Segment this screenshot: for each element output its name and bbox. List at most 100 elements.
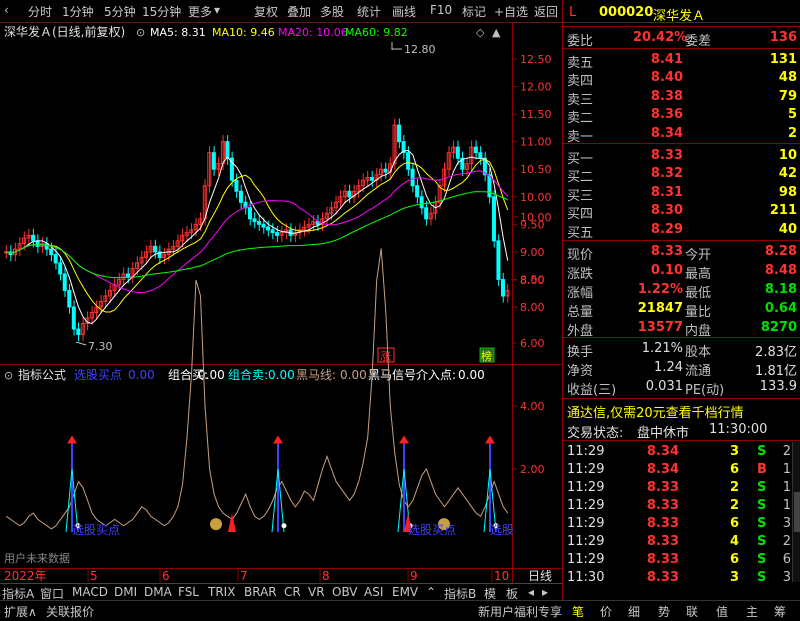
tab-dma[interactable]: DMA (144, 585, 172, 599)
tab-intraday[interactable]: 分时 (28, 3, 52, 20)
tab-brar[interactable]: BRAR (244, 585, 277, 599)
draw-line-button[interactable]: 画线 (392, 3, 416, 20)
ind-signal-value: 0.00 (458, 368, 485, 382)
tab-1min[interactable]: 1分钟 (62, 3, 94, 20)
candle-body (58, 262, 63, 275)
tick-row: 11:29 8.33 2 S 1 (567, 480, 791, 495)
ind-buy-value: 0.00 (128, 368, 155, 382)
tab-trend[interactable]: 势 (658, 603, 670, 620)
x-month-label: 7 (240, 569, 248, 583)
candle-body (415, 185, 420, 198)
candle-body (419, 196, 424, 209)
x-month-label: 9 (410, 569, 418, 583)
tab-asi[interactable]: ASI (364, 585, 383, 599)
overlay-button[interactable]: 叠加 (287, 3, 311, 20)
candle-body (31, 234, 36, 242)
candle-body (234, 179, 239, 192)
limit-up-text: 涨 (380, 350, 391, 363)
tab-obv[interactable]: OBV (332, 585, 358, 599)
chart-title: 深华发Ａ(日线,前复权) (4, 24, 125, 39)
statistics-button[interactable]: 统计 (357, 3, 381, 20)
candle-body (410, 168, 415, 187)
promo-text[interactable]: 通达信,仅需20元查看千档行情 (567, 402, 744, 421)
status-row: 交易状态: 盘中休市 11:30:00 (567, 422, 768, 441)
candle-body (67, 289, 72, 308)
tab-emv[interactable]: EMV (392, 585, 418, 599)
candle-body (424, 207, 429, 220)
entry-dot (281, 523, 287, 529)
expand-button[interactable]: 扩展∧ (4, 603, 37, 620)
candle-body (247, 207, 252, 220)
tab-macd[interactable]: MACD (72, 585, 108, 599)
mark-button[interactable]: 标记 (462, 3, 486, 20)
candle-body (369, 176, 374, 181)
tab-link[interactable]: 联 (686, 603, 698, 620)
stat2-row: 换手 1.21% 股本 2.83亿 (567, 341, 797, 360)
ind-buy-label: 选股买点 (74, 368, 122, 382)
stat2-row: 净资 1.24 流通 1.81亿 (567, 360, 797, 379)
promo-row[interactable]: 通达信,仅需20元查看千档行情 (563, 401, 800, 421)
buy-arrow-icon (67, 435, 77, 444)
diamond-icon: ◇ (476, 26, 485, 39)
tab-cr[interactable]: CR (284, 585, 301, 599)
candle-body (62, 273, 67, 291)
tab-trix[interactable]: TRIX (208, 585, 235, 599)
tab-chips[interactable]: 筹 (774, 603, 786, 620)
price-tick-label: 10.50 (520, 163, 552, 176)
scroll-right-icon[interactable]: ▸ (542, 585, 548, 599)
ask-row: 卖五 8.41 131 (567, 52, 797, 71)
f10-button[interactable]: F10 (430, 3, 452, 17)
candle-body (270, 229, 275, 234)
scroll-left-icon[interactable]: ◂ (528, 585, 534, 599)
tick-row: 11:29 8.33 6 S 3 (567, 516, 791, 531)
low-label: 7.30 (88, 340, 113, 353)
indicator-collapse-icon: ⊙ (4, 369, 13, 382)
ind-tick-label: 10.00 (520, 211, 552, 224)
candle-body (473, 146, 478, 154)
related-quotes-button[interactable]: 关联报价 (46, 603, 94, 620)
ind-horse-value: 0.00 (340, 368, 367, 382)
more-dropdown-icon[interactable]: ▾ (214, 3, 220, 17)
tab-fsl[interactable]: FSL (178, 585, 199, 599)
candle-body (496, 240, 501, 280)
candle-body (49, 248, 54, 256)
tick-scrollbar[interactable] (792, 442, 800, 582)
back-button[interactable]: 返回 (534, 3, 558, 20)
tab-5min[interactable]: 5分钟 (104, 3, 136, 20)
tab-15min[interactable]: 15分钟 (142, 3, 181, 20)
buy-arrow-icon (273, 435, 283, 444)
tick-row: 11:29 8.33 6 S 6 (567, 552, 791, 567)
candles (4, 118, 510, 342)
candle-body (455, 146, 460, 159)
candle-body (153, 245, 158, 253)
buy-arrow-icon (399, 435, 409, 444)
chevron-up-icon[interactable]: ⌃ (426, 585, 436, 599)
add-watchlist-button[interactable]: +自选 (494, 3, 528, 20)
kline-chart[interactable]: 深华发Ａ(日线,前复权) ⊙ MA5: 8.31 MA10: 9.46 MA20… (0, 21, 562, 583)
candle-body (487, 174, 492, 198)
stock-code: 000020 (599, 5, 654, 20)
candle-body (125, 273, 130, 278)
ind-signal-label: 黑马信号介入点: (368, 368, 456, 382)
tab-tick[interactable]: 笔 (572, 603, 584, 620)
multi-stock-button[interactable]: 多股 (320, 3, 344, 20)
chevron-left-icon[interactable]: ‹ (4, 3, 9, 17)
low-pointer (75, 341, 87, 346)
tab-price[interactable]: 价 (600, 603, 612, 620)
stat-row: 涨跌 0.10 最高 8.48 (567, 263, 797, 282)
tab-main[interactable]: 主 (746, 603, 758, 620)
candle-body (347, 190, 352, 198)
tick-row: 11:29 8.34 3 S 2 (567, 444, 791, 459)
period-label: 日线 (528, 569, 552, 583)
tick-row: 11:29 8.33 2 S 1 (567, 498, 791, 513)
ma20-label: MA20: 10.06 (278, 26, 348, 39)
candle-body (211, 152, 216, 170)
tab-value[interactable]: 值 (716, 603, 728, 620)
tab-vr[interactable]: VR (308, 585, 325, 599)
tab-dmi[interactable]: DMI (114, 585, 137, 599)
indicator-tabs: 指标A 窗口 MACD DMI DMA FSL TRIX BRAR CR VR … (0, 583, 562, 601)
restore-rights-button[interactable]: 复权 (254, 3, 278, 20)
tab-more[interactable]: 更多 (188, 3, 212, 20)
promo-link[interactable]: 新用户福利专享 (478, 603, 562, 620)
tab-detail[interactable]: 细 (628, 603, 640, 620)
